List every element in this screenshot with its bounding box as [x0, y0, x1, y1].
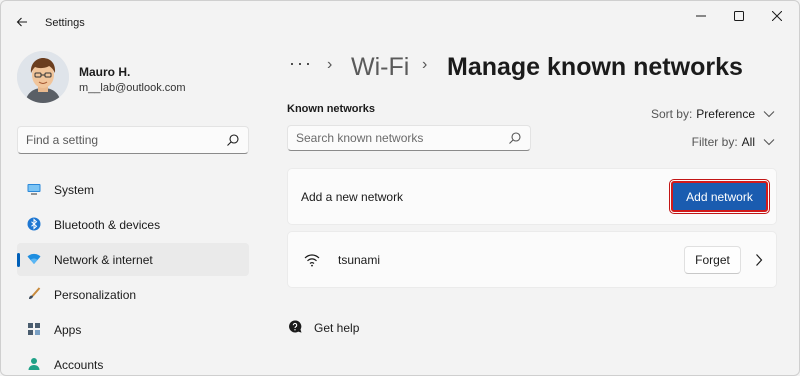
network-icon — [27, 253, 41, 264]
monitor-icon — [27, 184, 41, 195]
help-icon-container — [287, 319, 303, 335]
chevron-right-icon[interactable] — [754, 252, 764, 268]
sidebar-item-bluetooth[interactable]: Bluetooth & devices — [17, 208, 249, 241]
sidebar-item-label: Apps — [54, 323, 82, 337]
filter-by-value: All — [741, 135, 755, 149]
back-arrow-icon — [16, 17, 27, 27]
close-icon — [772, 11, 782, 21]
chevron-right-icon: › — [327, 56, 333, 73]
avatar[interactable] — [17, 51, 69, 103]
bluetooth-icon — [27, 217, 41, 231]
help-chat-icon — [289, 320, 302, 333]
settings-search — [17, 126, 249, 154]
sidebar-item-label: Bluetooth & devices — [54, 218, 161, 232]
network-name: tsunami — [338, 253, 381, 267]
known-networks-search-button[interactable] — [508, 131, 522, 145]
add-network-label: Add a new network — [301, 190, 404, 204]
known-networks-heading: Known networks — [287, 103, 376, 115]
user-name: Mauro H. — [79, 65, 131, 79]
wifi-icon — [304, 254, 320, 267]
person-icon — [28, 358, 40, 370]
filter-by-label: Filter by: — [691, 135, 738, 149]
breadcrumb-wifi[interactable]: Wi-Fi — [351, 53, 409, 82]
back-button[interactable] — [11, 11, 33, 33]
forget-button[interactable]: Forget — [684, 246, 741, 274]
sort-by-label: Sort by: — [650, 107, 693, 121]
minimize-button[interactable] — [684, 5, 718, 27]
sidebar-item-label: Network & internet — [54, 253, 153, 267]
avatar-image-icon — [17, 51, 69, 103]
wifi-icon-container — [304, 253, 320, 267]
known-networks-search-input[interactable] — [288, 126, 503, 150]
apps-icon — [28, 323, 40, 335]
search-icon — [227, 134, 239, 146]
maximize-button[interactable] — [722, 5, 756, 27]
minimize-icon — [696, 15, 706, 17]
breadcrumb-more-button[interactable]: ··· — [289, 53, 313, 74]
sidebar-item-personalization[interactable]: Personalization — [17, 278, 249, 311]
brush-icon — [29, 287, 41, 299]
settings-window: Settings Mauro H. m__lab@outlook.com Fin… — [0, 0, 800, 376]
sidebar-item-network[interactable]: Network & internet — [17, 243, 249, 276]
search-button[interactable] — [226, 133, 240, 147]
sort-by-dropdown[interactable]: Sort by: Preference — [651, 107, 775, 121]
known-networks-search — [287, 125, 531, 151]
network-row[interactable]: tsunami Forget — [287, 231, 777, 288]
sidebar-item-label: Accounts — [54, 358, 104, 372]
app-title: Settings — [45, 17, 85, 29]
search-icon — [509, 132, 521, 144]
sidebar-item-label: Personalization — [54, 288, 137, 302]
chevron-down-icon — [763, 111, 775, 118]
close-button[interactable] — [760, 5, 794, 27]
sidebar-item-apps[interactable]: Apps — [17, 313, 249, 346]
add-network-button[interactable]: Add network — [669, 179, 770, 214]
sidebar-item-accounts[interactable]: Accounts — [17, 348, 249, 375]
page-title: Manage known networks — [447, 53, 743, 81]
active-indicator — [17, 253, 20, 267]
sidebar-item-label: System — [54, 183, 95, 197]
title-bar: Settings — [1, 1, 799, 41]
chevron-right-icon: › — [422, 56, 428, 73]
get-help-link[interactable]: Get help — [314, 321, 359, 335]
sort-by-value: Preference — [696, 107, 755, 121]
chevron-down-icon — [763, 139, 775, 146]
maximize-icon — [734, 11, 744, 21]
sidebar-item-system[interactable]: System — [17, 173, 249, 206]
user-email: m__lab@outlook.com — [79, 82, 186, 94]
settings-search-input[interactable] — [18, 127, 218, 153]
filter-by-dropdown[interactable]: Filter by: All — [692, 135, 775, 149]
